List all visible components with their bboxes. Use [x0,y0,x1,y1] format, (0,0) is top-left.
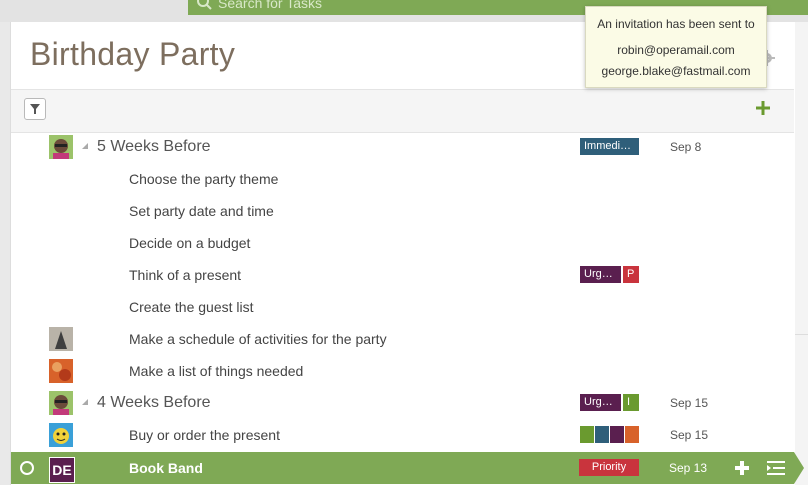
task-title: Buy or order the present [129,427,280,443]
tooltip-email: robin@operamail.com [617,43,735,57]
group-row[interactable]: 4 Weeks Before Urg… I Sep 15 [11,387,794,419]
caret-icon[interactable] [82,399,88,405]
filter-button[interactable] [24,98,46,120]
avatar [49,359,73,383]
tooltip-email: george.blake@fastmail.com [601,64,751,78]
avatar [49,423,73,447]
avatar [49,135,73,159]
group-title: 4 Weeks Before [97,394,211,411]
due-date: Sep 8 [670,140,702,154]
status-tag: I [623,394,639,411]
status-tag: Immedi… [580,138,639,155]
search-input[interactable]: Search for Tasks [218,0,322,11]
task-title: Make a schedule of activities for the pa… [129,331,387,347]
filter-icon [30,104,40,114]
add-icon[interactable] [756,101,770,115]
task-title: Book Band [129,460,203,476]
avatar [49,391,73,415]
group-row[interactable]: 5 Weeks Before Immedi… Sep 8 [11,131,794,163]
right-gutter [795,22,808,485]
status-tag [625,426,639,443]
task-title: Think of a present [129,267,242,283]
task-row[interactable]: Set party date and time [11,195,794,227]
task-title: Choose the party theme [129,171,279,187]
tooltip-message: An invitation has been sent to [597,17,755,31]
status-tag [595,426,609,443]
plus-icon[interactable] [735,461,749,475]
avatar [49,327,73,351]
task-title: Make a list of things needed [129,363,304,379]
toolbar [11,89,794,133]
task-row[interactable]: Buy or order the present Sep 15 [11,419,794,451]
task-row[interactable]: Think of a present Urg… P [11,259,794,291]
search-icon [197,0,212,10]
page-title: Birthday Party [30,36,236,72]
status-tag: Urg… [580,266,621,283]
status-tag [580,426,594,443]
invitation-tooltip: An invitation has been sent to robin@ope… [585,6,767,88]
indent-icon[interactable] [767,461,785,475]
task-row[interactable]: Decide on a budget [11,227,794,259]
group-title: 5 Weeks Before [97,138,211,155]
status-tag: Urg… [580,394,621,411]
due-date: Sep 15 [670,396,709,410]
circle-icon[interactable] [20,461,34,475]
caret-icon[interactable] [82,143,88,149]
task-title: Decide on a budget [129,235,251,251]
task-row[interactable]: Choose the party theme [11,163,794,195]
priority-tag: Priority [579,459,639,476]
selected-task-row[interactable]: DE Book Band Priority Sep 13 [11,452,804,484]
task-title: Set party date and time [129,203,274,219]
task-row[interactable]: Make a list of things needed [11,355,794,387]
status-tag [610,426,624,443]
priority-tag: P [623,266,639,283]
avatar: DE [49,457,75,483]
task-row[interactable]: Make a schedule of activities for the pa… [11,323,794,355]
task-row[interactable]: Create the guest list [11,291,794,323]
due-date: Sep 15 [670,428,709,442]
due-date: Sep 13 [669,461,708,475]
task-title: Create the guest list [129,299,254,315]
